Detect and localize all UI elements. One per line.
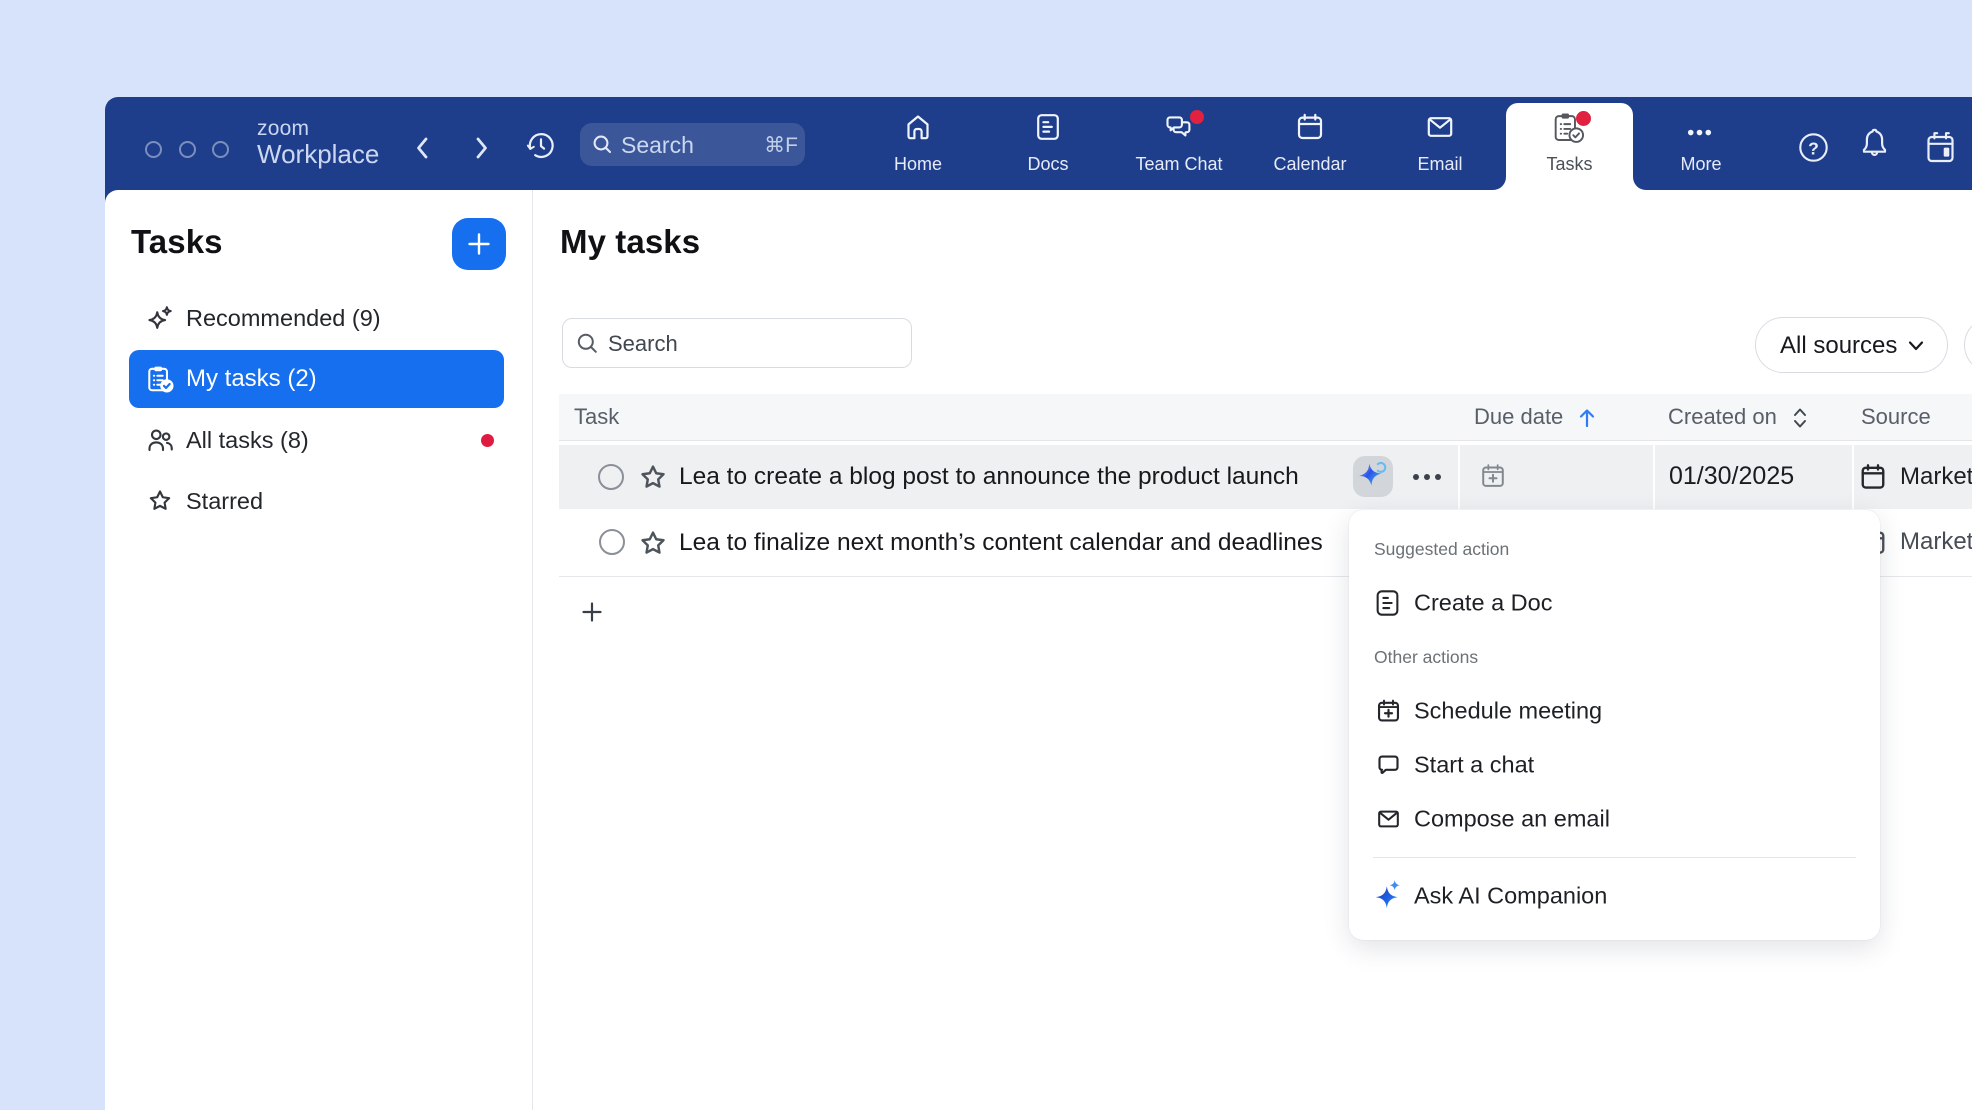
svg-text:?: ?	[1808, 139, 1819, 159]
